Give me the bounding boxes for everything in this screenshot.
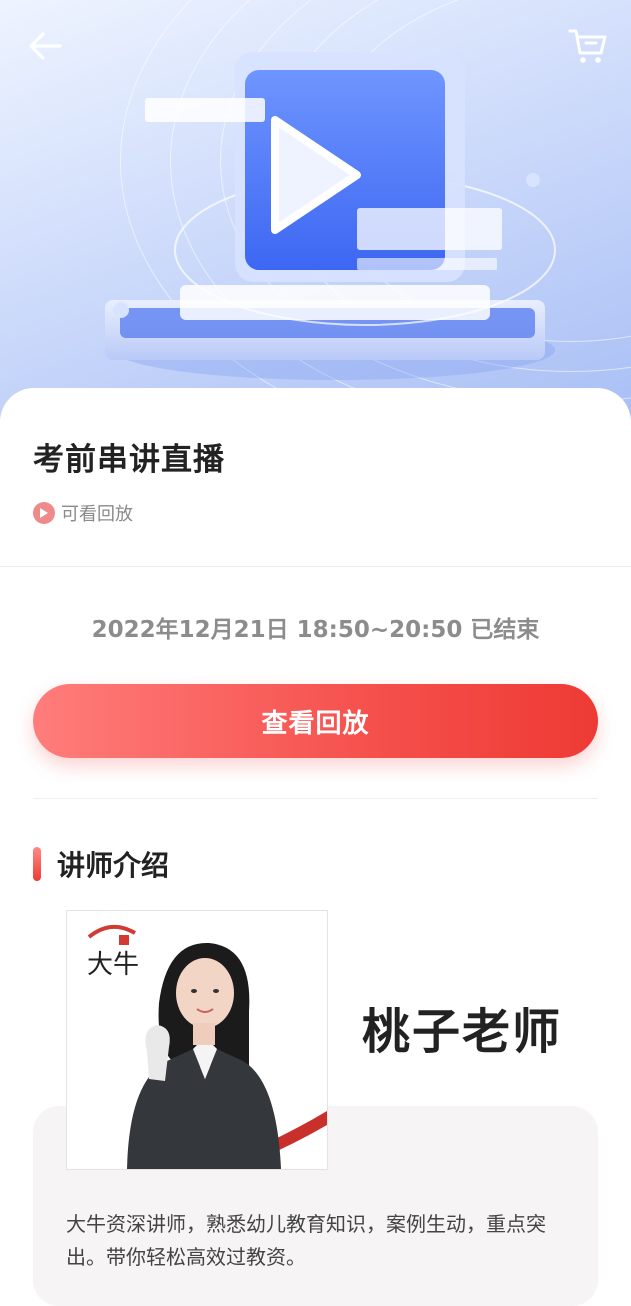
section-heading: 讲师介绍 bbox=[33, 844, 169, 884]
section-accent-bar bbox=[33, 847, 41, 881]
course-detail-card: 考前串讲直播 可看回放 2022年12月21日 18:50~20:50 已结束 … bbox=[0, 388, 631, 1306]
divider bbox=[0, 566, 631, 567]
divider bbox=[33, 798, 598, 799]
teacher-portrait: 大牛 bbox=[87, 925, 327, 1169]
cart-button[interactable] bbox=[565, 24, 611, 68]
shopping-cart-icon bbox=[568, 29, 607, 63]
teacher-avatar: 大牛 bbox=[66, 910, 328, 1170]
arrow-left-icon bbox=[29, 32, 62, 60]
replay-tag-label: 可看回放 bbox=[61, 504, 133, 525]
teacher-name: 桃子老师 bbox=[362, 1004, 563, 1060]
play-circle-icon bbox=[33, 502, 55, 524]
brand-logo: 大牛 bbox=[87, 950, 139, 980]
back-button[interactable] bbox=[22, 26, 68, 66]
watch-replay-button[interactable]: 查看回放 bbox=[33, 684, 598, 758]
section-title: 讲师介绍 bbox=[57, 849, 170, 882]
course-title: 考前串讲直播 bbox=[33, 442, 225, 478]
teacher-description: 大牛资深讲师，熟悉幼儿教育知识，案例生动，重点突出。带你轻松高效过教资。 bbox=[66, 1212, 546, 1269]
video-play-icon bbox=[105, 52, 556, 380]
replay-available-tag: 可看回放 bbox=[33, 500, 133, 526]
live-schedule: 2022年12月21日 18:50~20:50 已结束 bbox=[91, 617, 540, 643]
hero-banner bbox=[0, 0, 631, 420]
